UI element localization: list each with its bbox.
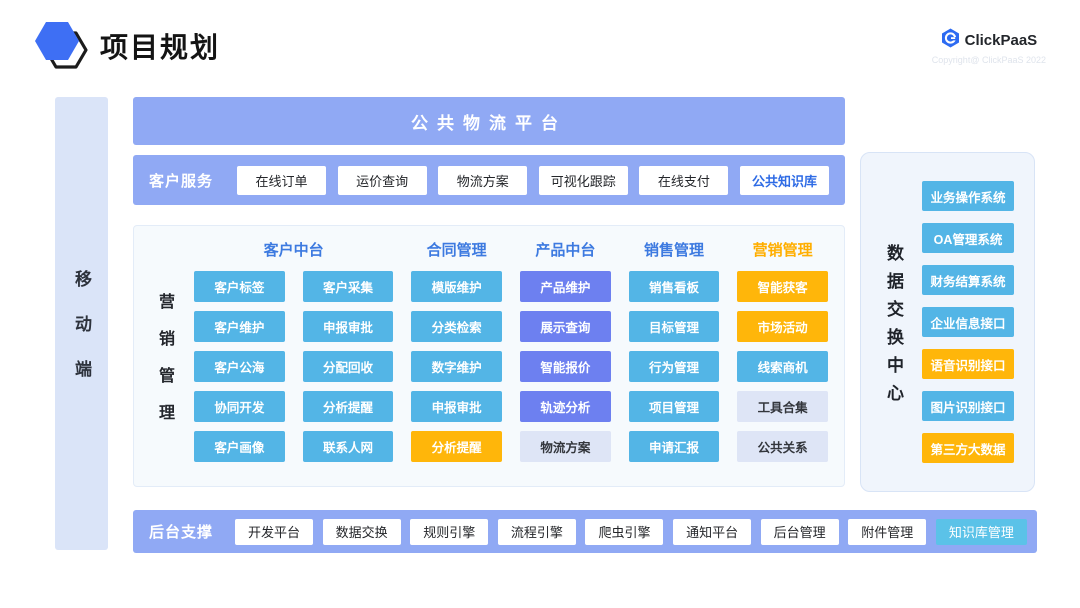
grid-cell-button[interactable]: 申报审批: [303, 311, 394, 342]
grid-cell-button[interactable]: 产品维护: [520, 271, 611, 302]
grid-cell-button[interactable]: 联系人网: [303, 431, 394, 462]
backend-support-items: 开发平台数据交换规则引擎流程引擎爬虫引擎通知平台后台管理附件管理知识库管理: [235, 519, 1027, 545]
grid-column-header: 客户中台: [194, 239, 393, 260]
grid-cell-button[interactable]: 分析提醒: [411, 431, 502, 462]
grid-cell-button[interactable]: 公共关系: [737, 431, 828, 462]
backend-button[interactable]: 规则引擎: [410, 519, 488, 545]
exchange-button[interactable]: 业务操作系统: [922, 181, 1014, 211]
data-exchange-side-label: 数据交换中心: [881, 233, 906, 412]
grid-cell-button[interactable]: 客户采集: [303, 271, 394, 302]
grid-cell-button[interactable]: 行为管理: [629, 351, 720, 382]
backend-button[interactable]: 知识库管理: [936, 519, 1027, 545]
grid-cell-button[interactable]: 轨迹分析: [520, 391, 611, 422]
grid-column-headers: 客户中台合同管理产品中台销售管理营销管理: [194, 239, 828, 260]
exchange-button[interactable]: 第三方大数据: [922, 433, 1014, 463]
mobile-side-bar-label: 移动端: [69, 242, 94, 405]
service-button[interactable]: 公共知识库: [740, 166, 829, 195]
backend-button[interactable]: 后台管理: [761, 519, 839, 545]
backend-button[interactable]: 附件管理: [848, 519, 926, 545]
data-exchange-panel: 数据交换中心 业务操作系统 OA管理系统财务结算系统企业信息接口语音识别接口图片识…: [860, 152, 1035, 492]
service-button[interactable]: 运价查询: [338, 166, 427, 195]
backend-button[interactable]: 数据交换: [323, 519, 401, 545]
backend-button[interactable]: 开发平台: [235, 519, 313, 545]
grid-cell-button[interactable]: 智能报价: [520, 351, 611, 382]
grid-cell-button[interactable]: 分类检索: [411, 311, 502, 342]
clickpaas-logo-icon: [941, 28, 960, 53]
grid-cell-button[interactable]: 模版维护: [411, 271, 502, 302]
backend-button[interactable]: 爬虫引擎: [585, 519, 663, 545]
grid-cell-button[interactable]: 线索商机: [737, 351, 828, 382]
grid-cell-button[interactable]: 协同开发: [194, 391, 285, 422]
grid-cell-button[interactable]: 客户公海: [194, 351, 285, 382]
exchange-button[interactable]: 语音识别接口: [922, 349, 1014, 379]
backend-support-bar: 后台支撑 开发平台数据交换规则引擎流程引擎爬虫引擎通知平台后台管理附件管理知识库…: [133, 510, 1037, 553]
grid-cell-button[interactable]: 销售看板: [629, 271, 720, 302]
backend-support-label: 后台支撑: [149, 521, 213, 542]
exchange-button[interactable]: 图片识别接口: [922, 391, 1014, 421]
hexagon-logo-icon: [30, 18, 92, 79]
grid-cell-button[interactable]: 客户维护: [194, 311, 285, 342]
top-banner: 公共物流平台: [133, 97, 845, 145]
grid-column-header: 合同管理: [411, 239, 502, 260]
page-title: 项目规划: [100, 26, 220, 66]
exchange-button[interactable]: 财务结算系统: [922, 265, 1014, 295]
brand-copyright: Copyright@ ClickPaaS 2022: [932, 55, 1046, 65]
service-button[interactable]: 在线支付: [639, 166, 728, 195]
grid-cell-button[interactable]: 项目管理: [629, 391, 720, 422]
grid-cell-button[interactable]: 分析提醒: [303, 391, 394, 422]
customer-service-bar: 客户服务 在线订单运价查询物流方案可视化跟踪在线支付公共知识库: [133, 155, 845, 205]
grid-cell-button[interactable]: 客户画像: [194, 431, 285, 462]
customer-service-items: 在线订单运价查询物流方案可视化跟踪在线支付公共知识库: [237, 166, 829, 195]
grid-cell-button[interactable]: 智能获客: [737, 271, 828, 302]
grid-column-header: 营销管理: [737, 239, 828, 260]
exchange-button[interactable]: OA管理系统: [922, 223, 1014, 253]
marketing-grid-panel: 营销管理 客户中台合同管理产品中台销售管理营销管理 客户标签客户采集模版维护产品…: [133, 225, 845, 487]
grid-cell-button[interactable]: 客户标签: [194, 271, 285, 302]
service-button[interactable]: 可视化跟踪: [539, 166, 628, 195]
grid-cells: 客户标签客户采集模版维护产品维护销售看板智能获客客户维护申报审批分类检索展示查询…: [194, 271, 828, 462]
grid-cell-button[interactable]: 申请汇报: [629, 431, 720, 462]
grid-cell-button[interactable]: 展示查询: [520, 311, 611, 342]
top-banner-label: 公共物流平台: [411, 109, 567, 134]
grid-cell-button[interactable]: 申报审批: [411, 391, 502, 422]
grid-cell-button[interactable]: 工具合集: [737, 391, 828, 422]
grid-column-header: 销售管理: [629, 239, 720, 260]
grid-cell-button[interactable]: 分配回收: [303, 351, 394, 382]
page: 项目规划 ClickPaaS Copyright@ ClickPaaS 2022…: [0, 0, 1080, 608]
mobile-side-bar: 移动端: [55, 97, 108, 550]
data-exchange-items: 业务操作系统 OA管理系统财务结算系统企业信息接口语音识别接口图片识别接口第三方大…: [922, 181, 1014, 463]
grid-cell-button[interactable]: 市场活动: [737, 311, 828, 342]
grid-cell-button[interactable]: 目标管理: [629, 311, 720, 342]
exchange-button[interactable]: 企业信息接口: [922, 307, 1014, 337]
service-button[interactable]: 在线订单: [237, 166, 326, 195]
grid-cell-button[interactable]: 数字维护: [411, 351, 502, 382]
brand-name: ClickPaaS: [965, 32, 1038, 49]
backend-button[interactable]: 流程引擎: [498, 519, 576, 545]
marketing-side-label: 营销管理: [152, 272, 176, 441]
brand-block: ClickPaaS Copyright@ ClickPaaS 2022: [932, 28, 1046, 65]
grid-cell-button[interactable]: 物流方案: [520, 431, 611, 462]
grid-column-header: 产品中台: [520, 239, 611, 260]
backend-button[interactable]: 通知平台: [673, 519, 751, 545]
service-button[interactable]: 物流方案: [438, 166, 527, 195]
customer-service-label: 客户服务: [149, 170, 213, 191]
